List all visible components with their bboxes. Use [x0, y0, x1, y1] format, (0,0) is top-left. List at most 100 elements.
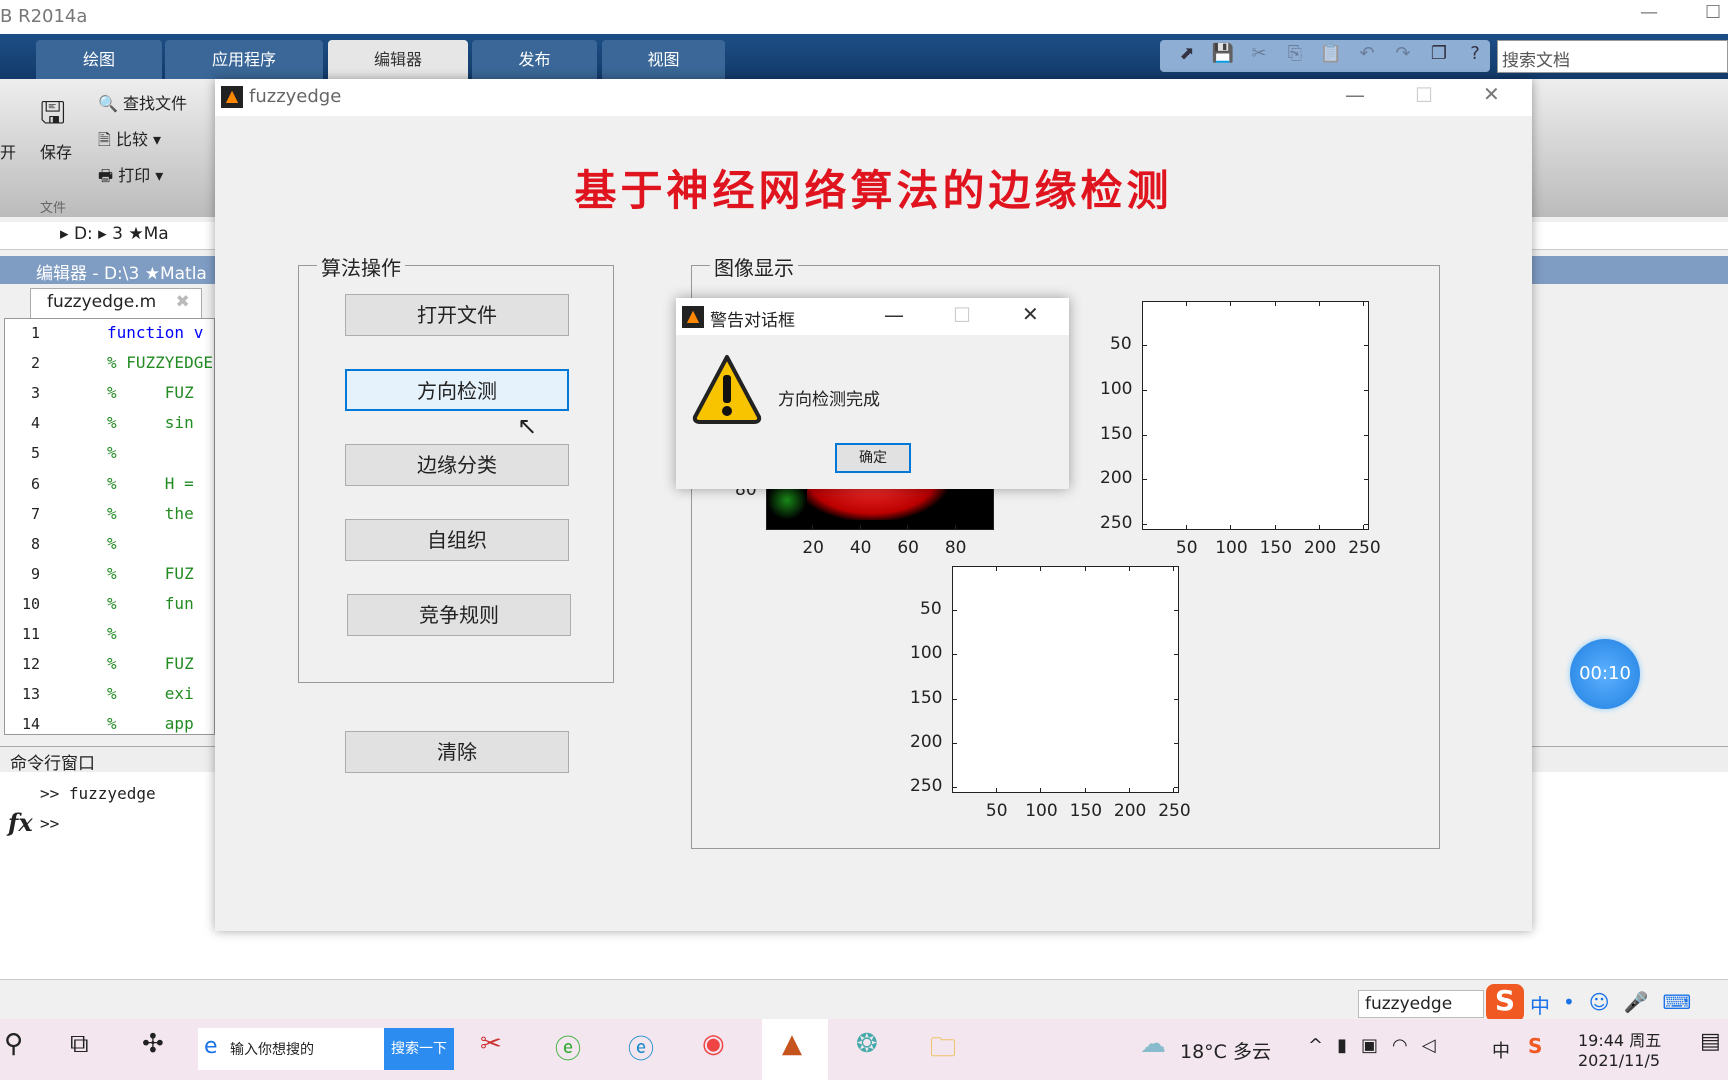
print-button[interactable]: 🖶 打印 ▾ — [98, 162, 163, 192]
code-line[interactable]: % — [107, 624, 213, 643]
tray-icons[interactable]: ^▮▣◠◁ — [1308, 1035, 1450, 1056]
image-x-tick-label: 40 — [849, 538, 872, 558]
fx-icon[interactable]: fx — [8, 808, 33, 837]
code-line[interactable]: % FUZ — [107, 564, 213, 583]
find-files-label: 查找文件 — [123, 94, 188, 113]
compare-button[interactable]: 🗎 比较 ▾ — [98, 126, 161, 156]
command-prompt[interactable]: >> — [40, 814, 59, 833]
ie-green-icon[interactable]: ⓔ — [555, 1029, 581, 1066]
x-tick-label: 250 — [1348, 538, 1381, 558]
redo-icon[interactable]: ↷ — [1388, 43, 1418, 69]
minimize-icon[interactable]: — — [1640, 2, 1658, 23]
edge-icon[interactable]: ⓔ — [628, 1029, 654, 1066]
paste-icon[interactable]: 📋 — [1316, 43, 1346, 69]
code-line[interactable]: % the — [107, 504, 213, 523]
tick-mark — [1318, 525, 1320, 530]
page-heading: 基于神经网络算法的边缘检测 — [574, 166, 1173, 215]
tab-view[interactable]: 视图 — [602, 40, 725, 79]
ime-tools-icon[interactable]: •☺🎤⌨ — [1563, 990, 1705, 1014]
clock-time[interactable]: 19:44 周五 — [1578, 1027, 1661, 1051]
path-drive[interactable]: D: — [74, 224, 93, 244]
print-label: 打印 — [118, 166, 151, 185]
browser-icon[interactable]: ◉ — [702, 1029, 725, 1059]
ok-button[interactable]: 确定 — [835, 443, 911, 473]
undo-icon[interactable]: ↶ — [1352, 43, 1382, 69]
code-line[interactable]: % — [107, 443, 213, 462]
tab-editor[interactable]: 编辑器 — [328, 40, 468, 79]
ime-mode[interactable]: 中 — [1530, 990, 1550, 1019]
save-button[interactable]: 保存 — [40, 139, 72, 163]
tick-mark — [1142, 524, 1147, 526]
tab-publish[interactable]: 发布 — [472, 40, 597, 79]
shortcut-icon[interactable]: ⬈ — [1172, 43, 1202, 69]
code-line[interactable]: % exi — [107, 684, 213, 703]
fan-app-icon[interactable]: ✣ — [142, 1029, 164, 1059]
code-line[interactable]: % FUZ — [107, 654, 213, 673]
ie-icon: e — [204, 1034, 218, 1059]
search-icon[interactable]: ⚲ — [4, 1029, 23, 1059]
taskbar-search-input[interactable]: e 输入你想搜的 — [198, 1028, 384, 1070]
code-line[interactable]: function v — [107, 323, 213, 342]
code-line[interactable]: % FUZZYEDGE — [107, 353, 213, 372]
y-tick-label: 50 — [1110, 334, 1132, 355]
window-icon[interactable]: ❐ — [1424, 43, 1454, 69]
search-docs-input[interactable]: 搜索文档 — [1497, 40, 1728, 73]
code-line[interactable]: % FUZ — [107, 383, 213, 402]
folder-icon[interactable]: 🗀 — [930, 1029, 956, 1073]
code-line[interactable]: % sin — [107, 413, 213, 432]
y-tick-label: 250 — [1100, 513, 1133, 534]
edge-classify-button[interactable]: 边缘分类 — [345, 444, 569, 486]
sync-app-icon[interactable]: ❂ — [856, 1029, 878, 1059]
tab-plots[interactable]: 绘图 — [36, 40, 162, 79]
find-files-button[interactable]: 🔍 查找文件 — [98, 90, 187, 114]
tick-mark — [1364, 390, 1369, 391]
ime-toolbar: fuzzyedge S 中 •☺🎤⌨ — [1358, 984, 1728, 1022]
clock-date[interactable]: 2021/11/5 — [1578, 1051, 1660, 1070]
clear-button[interactable]: 清除 — [345, 731, 569, 773]
tick-mark — [1318, 301, 1320, 306]
maximize-icon[interactable]: ☐ — [1415, 83, 1433, 107]
recording-timer[interactable]: 00:10 — [1570, 639, 1640, 709]
open-button[interactable]: 开 — [0, 139, 16, 163]
maximize-icon[interactable]: ☐ — [1705, 2, 1721, 23]
scissors-app-icon[interactable]: ✂ — [480, 1029, 502, 1059]
direction-detect-button[interactable]: 方向检测 — [345, 369, 569, 411]
minimize-icon[interactable]: — — [884, 303, 904, 327]
code-line[interactable]: % app — [107, 714, 213, 733]
competition-rule-button[interactable]: 竞争规则 — [347, 594, 571, 636]
x-tick-label: 50 — [1175, 538, 1198, 558]
open-file-button[interactable]: 打开文件 — [345, 294, 569, 336]
task-view-icon[interactable]: ⧉ — [70, 1029, 89, 1060]
line-number: 11 — [21, 625, 40, 643]
close-tab-icon[interactable]: ✖ — [176, 292, 190, 312]
code-line[interactable]: % — [107, 534, 213, 553]
code-line[interactable]: % H = — [107, 474, 213, 493]
copy-icon[interactable]: ⎘ — [1280, 43, 1310, 69]
sogou-tray-icon[interactable]: S — [1528, 1034, 1542, 1058]
tray-ime[interactable]: 中 — [1492, 1037, 1510, 1063]
weather-text[interactable]: 18°C 多云 — [1180, 1037, 1271, 1064]
notification-icon[interactable]: ▤ — [1700, 1029, 1721, 1054]
save-icon[interactable]: 💾 — [1208, 43, 1238, 69]
weather-icon: ☁ — [1140, 1029, 1166, 1059]
close-icon[interactable]: ✕ — [1483, 82, 1500, 106]
help-icon[interactable]: ? — [1460, 43, 1490, 69]
tab-apps[interactable]: 应用程序 — [165, 40, 323, 79]
maximize-icon[interactable]: ☐ — [953, 303, 971, 327]
dialog-message: 方向检测完成 — [778, 390, 880, 410]
ops-panel-label: 算法操作 — [317, 252, 405, 281]
tick-mark — [1364, 524, 1369, 526]
result-axes-1 — [1142, 301, 1369, 530]
cut-icon[interactable]: ✂ — [1244, 43, 1274, 69]
warning-icon — [692, 355, 762, 424]
close-icon[interactable]: ✕ — [1022, 302, 1039, 326]
code-line[interactable]: % fun — [107, 594, 213, 613]
taskbar-search-button[interactable]: 搜索一下 — [384, 1028, 454, 1070]
editor-file-tab[interactable]: fuzzyedge.m ✖ — [30, 288, 202, 318]
self-organize-button[interactable]: 自组织 — [345, 519, 569, 561]
matlab-taskbar-button[interactable]: ▲ — [762, 1019, 828, 1080]
sogou-logo-icon[interactable]: S — [1486, 984, 1524, 1022]
minimize-icon[interactable]: — — [1345, 83, 1365, 107]
path-folder[interactable]: 3 ★Ma — [112, 224, 169, 244]
tick-mark — [952, 654, 957, 656]
